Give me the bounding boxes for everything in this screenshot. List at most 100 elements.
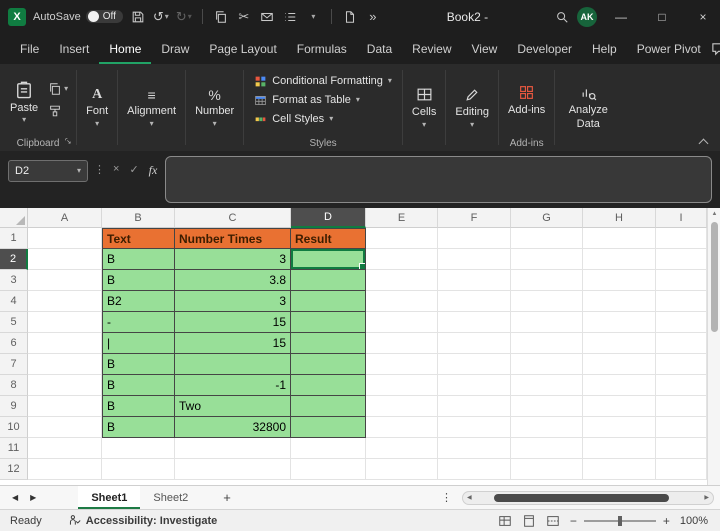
scroll-right-icon[interactable]: ▶	[700, 494, 713, 501]
cell-G12[interactable]	[511, 459, 583, 480]
cell-H11[interactable]	[583, 438, 656, 459]
cell-G2[interactable]	[511, 249, 583, 270]
collapse-ribbon-button[interactable]	[696, 135, 710, 147]
cell-I4[interactable]	[656, 291, 707, 312]
vertical-scroll-thumb[interactable]	[711, 222, 718, 332]
cell-C7[interactable]	[175, 354, 291, 375]
tab-formulas[interactable]: Formulas	[287, 33, 357, 64]
cell-styles-button[interactable]: Cell Styles ▾	[254, 113, 392, 126]
cell-D8[interactable]	[291, 375, 366, 396]
insert-function-button[interactable]: fx	[147, 163, 160, 178]
cell-G5[interactable]	[511, 312, 583, 333]
cell-G7[interactable]	[511, 354, 583, 375]
cell-H10[interactable]	[583, 417, 656, 438]
cell-A6[interactable]	[28, 333, 102, 354]
row-header-4[interactable]: 4	[0, 291, 28, 312]
cell-B1[interactable]: Text	[102, 228, 175, 249]
cell-H5[interactable]	[583, 312, 656, 333]
cell-A4[interactable]	[28, 291, 102, 312]
cell-A7[interactable]	[28, 354, 102, 375]
select-all-button[interactable]	[0, 208, 28, 228]
cell-C2[interactable]: 3	[175, 249, 291, 270]
copy-button[interactable]	[213, 6, 229, 28]
tab-home[interactable]: Home	[99, 33, 151, 64]
addins-button[interactable]: Add-ins	[499, 64, 554, 136]
cell-F8[interactable]	[438, 375, 511, 396]
zoom-slider[interactable]	[584, 520, 656, 522]
cell-C12[interactable]	[175, 459, 291, 480]
cut-button[interactable]: ✂	[236, 6, 252, 28]
column-header-B[interactable]: B	[102, 208, 175, 228]
cell-I2[interactable]	[656, 249, 707, 270]
qat-overflow-button[interactable]: »	[365, 6, 381, 28]
tab-draw[interactable]: Draw	[151, 33, 199, 64]
column-header-H[interactable]: H	[583, 208, 656, 228]
cell-D2[interactable]	[291, 249, 366, 270]
add-sheet-button[interactable]: +	[223, 490, 231, 505]
column-header-F[interactable]: F	[438, 208, 511, 228]
cell-H9[interactable]	[583, 396, 656, 417]
cell-B8[interactable]: B	[102, 375, 175, 396]
column-header-A[interactable]: A	[28, 208, 102, 228]
cell-G9[interactable]	[511, 396, 583, 417]
cell-A2[interactable]	[28, 249, 102, 270]
cell-H1[interactable]	[583, 228, 656, 249]
maximize-button[interactable]: □	[645, 0, 679, 33]
redo-button[interactable]: ↻▾	[176, 6, 192, 28]
cell-B3[interactable]: B	[102, 270, 175, 291]
tab-review[interactable]: Review	[402, 33, 461, 64]
zoom-level[interactable]: 100%	[680, 515, 708, 527]
cell-F2[interactable]	[438, 249, 511, 270]
cell-B6[interactable]: |	[102, 333, 175, 354]
cell-I5[interactable]	[656, 312, 707, 333]
formula-input[interactable]	[165, 156, 712, 203]
cell-B10[interactable]: B	[102, 417, 175, 438]
row-header-3[interactable]: 3	[0, 270, 28, 291]
font-menu-button[interactable]: A Font ▾	[77, 64, 117, 151]
cell-D3[interactable]	[291, 270, 366, 291]
cell-B12[interactable]	[102, 459, 175, 480]
next-sheet-button[interactable]: ▶	[30, 493, 36, 502]
cell-G4[interactable]	[511, 291, 583, 312]
cell-I10[interactable]	[656, 417, 707, 438]
zoom-slider-thumb[interactable]	[618, 516, 622, 526]
cell-F12[interactable]	[438, 459, 511, 480]
drag-handle-icon[interactable]: ⋮	[94, 163, 105, 176]
sheet-tab-sheet1[interactable]: Sheet1	[78, 486, 140, 509]
cell-B9[interactable]: B	[102, 396, 175, 417]
save-button[interactable]	[130, 6, 146, 28]
format-painter-button[interactable]	[48, 104, 68, 118]
cell-H7[interactable]	[583, 354, 656, 375]
cell-E12[interactable]	[366, 459, 438, 480]
tab-data[interactable]: Data	[357, 33, 402, 64]
cell-F3[interactable]	[438, 270, 511, 291]
cell-E7[interactable]	[366, 354, 438, 375]
cell-D6[interactable]	[291, 333, 366, 354]
cell-C8[interactable]: -1	[175, 375, 291, 396]
cell-F7[interactable]	[438, 354, 511, 375]
chevron-down-icon[interactable]: ▾	[165, 13, 169, 21]
cell-D5[interactable]	[291, 312, 366, 333]
column-header-I[interactable]: I	[656, 208, 707, 228]
cell-H8[interactable]	[583, 375, 656, 396]
cells-menu-button[interactable]: Cells ▾	[403, 64, 445, 151]
tab-developer[interactable]: Developer	[507, 33, 582, 64]
cell-E1[interactable]	[366, 228, 438, 249]
cell-C4[interactable]: 3	[175, 291, 291, 312]
tab-insert[interactable]: Insert	[49, 33, 99, 64]
row-header-8[interactable]: 8	[0, 375, 28, 396]
cell-F1[interactable]	[438, 228, 511, 249]
format-as-table-button[interactable]: Format as Table ▾	[254, 94, 392, 107]
cell-E9[interactable]	[366, 396, 438, 417]
cell-F9[interactable]	[438, 396, 511, 417]
row-header-11[interactable]: 11	[0, 438, 28, 459]
dialog-launcher-icon[interactable]	[64, 137, 73, 149]
row-header-5[interactable]: 5	[0, 312, 28, 333]
tab-file[interactable]: File	[10, 33, 49, 64]
chevron-down-icon[interactable]: ▾	[188, 13, 192, 21]
row-header-10[interactable]: 10	[0, 417, 28, 438]
cell-H3[interactable]	[583, 270, 656, 291]
cell-D11[interactable]	[291, 438, 366, 459]
cell-E2[interactable]	[366, 249, 438, 270]
cell-E5[interactable]	[366, 312, 438, 333]
